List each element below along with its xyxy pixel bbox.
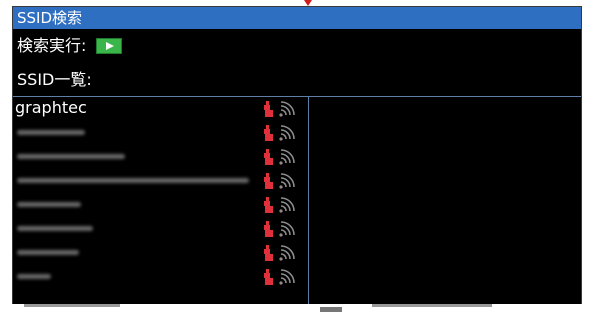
wifi-signal-icon	[279, 173, 295, 189]
obscured-ssid-name	[17, 178, 249, 183]
scan-label: 検索実行:	[17, 36, 87, 55]
ssid-list-item[interactable]: graphtec	[13, 97, 309, 121]
ssid-list-item[interactable]	[13, 121, 309, 145]
obscured-ssid-name	[17, 202, 81, 207]
ssid-list-item[interactable]	[13, 169, 309, 193]
ssid-name: graphtec	[15, 98, 87, 117]
wifi-signal-icon	[279, 269, 295, 285]
cut-off-tab	[320, 307, 342, 312]
wifi-signal-icon	[279, 125, 295, 141]
ssid-list-label: SSID一覧:	[17, 70, 92, 89]
lock-icon	[264, 245, 273, 261]
cut-off-text	[372, 304, 492, 307]
lock-icon	[264, 221, 273, 237]
lock-icon	[264, 197, 273, 213]
cut-off-text	[24, 304, 120, 307]
ssid-list-item[interactable]	[13, 145, 309, 169]
obscured-ssid-name	[17, 130, 85, 135]
bottom-edge	[0, 304, 591, 314]
lock-icon	[264, 125, 273, 141]
wifi-signal-icon	[279, 101, 295, 117]
ssid-list-item[interactable]	[13, 193, 309, 217]
lock-icon	[264, 149, 273, 165]
lock-icon	[264, 269, 273, 285]
play-icon	[106, 42, 115, 50]
obscured-ssid-name	[17, 154, 125, 159]
wifi-signal-icon	[279, 245, 295, 261]
ssid-list-item[interactable]	[13, 265, 309, 289]
wifi-signal-icon	[279, 197, 295, 213]
wifi-signal-icon	[279, 221, 295, 237]
lock-icon	[264, 101, 273, 117]
scan-start-button[interactable]	[96, 38, 123, 54]
ssid-search-dialog: SSID検索 検索実行: SSID一覧: graphtec	[12, 6, 582, 310]
ssid-detail-panel	[309, 96, 581, 309]
dialog-title: SSID検索	[13, 7, 581, 29]
obscured-ssid-name	[17, 250, 79, 255]
ssid-list-item[interactable]	[13, 217, 309, 241]
ssid-list-item[interactable]	[13, 241, 309, 265]
ssid-list[interactable]: graphtec	[13, 96, 309, 309]
scan-row: 検索実行:	[17, 35, 123, 57]
wifi-signal-icon	[279, 149, 295, 165]
lock-icon	[264, 173, 273, 189]
obscured-ssid-name	[17, 274, 51, 279]
obscured-ssid-name	[17, 226, 93, 231]
